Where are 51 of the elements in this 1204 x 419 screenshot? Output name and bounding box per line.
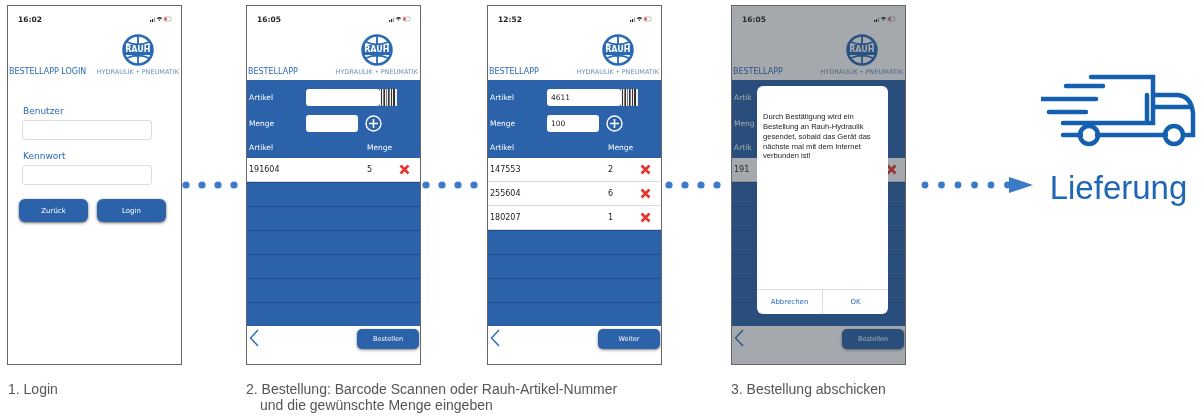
- input-field[interactable]: [22, 165, 152, 185]
- order-row[interactable]: 180207 1: [488, 206, 661, 230]
- quantity-value: 1: [608, 213, 614, 222]
- barcode-icon[interactable]: [380, 88, 397, 106]
- logo-text: RAUH: [123, 45, 153, 55]
- input-field[interactable]: [22, 120, 152, 140]
- logo-text: RAUH: [603, 45, 633, 55]
- app-title: BESTELLAPP: [489, 67, 539, 76]
- app-title: BESTELLAPP: [733, 67, 783, 76]
- step-caption: 2. Bestellung: Barcode Scannen oder Rauh-Artikel-Nummer und die gewünschte Menge eingeben: [246, 381, 619, 413]
- article-number: 191604: [249, 165, 281, 174]
- app-title: BESTELLAPP LOGIN: [9, 67, 87, 76]
- app-title: BESTELLAPP: [248, 67, 298, 76]
- back-icon[interactable]: [249, 329, 259, 347]
- add-icon[interactable]: [365, 114, 382, 132]
- back-icon[interactable]: [490, 329, 500, 347]
- status-icons: [630, 16, 652, 22]
- order-row[interactable]: 191604 5: [247, 158, 420, 182]
- logo-emblem: [360, 34, 393, 66]
- barcode-icon[interactable]: [621, 88, 638, 106]
- status-icons: [150, 16, 172, 22]
- quantity-value: 6: [608, 189, 614, 198]
- quantity-field[interactable]: [306, 114, 358, 132]
- delete-icon[interactable]: [399, 164, 410, 175]
- add-icon[interactable]: [606, 114, 623, 132]
- step-caption: 3. Bestellung abschicken: [731, 381, 887, 399]
- step-caption: 1. Login: [8, 381, 59, 399]
- back-icon[interactable]: [734, 329, 744, 347]
- logo-text: RAUH: [847, 45, 877, 55]
- logo-emblem: [601, 34, 634, 66]
- delete-icon[interactable]: [640, 164, 651, 175]
- order-row[interactable]: 147553 2: [488, 158, 661, 182]
- logo-emblem: [845, 34, 878, 66]
- logo-text: RAUH: [362, 45, 392, 55]
- quantity-value: 2: [608, 165, 614, 174]
- field-label: Kennwort: [23, 151, 67, 161]
- field-label: Benutzer: [23, 106, 65, 116]
- delete-icon[interactable]: [640, 212, 651, 223]
- article-number: 180207: [490, 213, 522, 222]
- article-number: 147553: [490, 165, 522, 174]
- article-number: 255604: [490, 189, 522, 198]
- order-row[interactable]: 255604 6: [488, 182, 661, 206]
- quantity-value: 5: [367, 165, 373, 174]
- status-icons: [874, 16, 896, 22]
- delete-icon[interactable]: [886, 164, 897, 175]
- status-icons: [389, 16, 411, 22]
- article-number: 191: [734, 165, 750, 174]
- delivery-label: Lieferung: [1049, 169, 1188, 207]
- logo-emblem: [121, 34, 154, 66]
- delete-icon[interactable]: [640, 188, 651, 199]
- article-field[interactable]: [306, 88, 380, 106]
